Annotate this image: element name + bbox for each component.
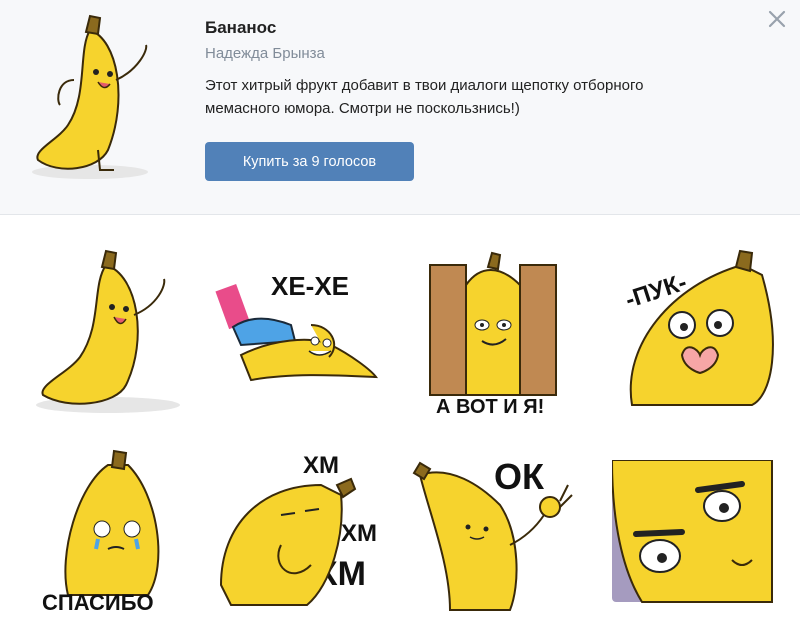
sticker-caption: ХМ xyxy=(341,520,377,547)
sticker-banana-ok[interactable]: ОК xyxy=(410,445,580,615)
close-icon[interactable] xyxy=(764,6,790,32)
pack-author-link[interactable]: Надежда Брынза xyxy=(205,45,325,62)
sticker-banana-thinking[interactable]: ХМ ХМ ХМ xyxy=(211,445,381,615)
sticker-caption: А ВОТ И Я! xyxy=(436,396,544,415)
pack-description-line: мемасного юмора. Смотри не поскользнись!… xyxy=(205,100,520,117)
sticker-caption: ОК xyxy=(494,456,545,497)
pack-description: Этот хитрый фрукт добавит в твои диалоги… xyxy=(205,74,765,120)
pack-description-line: Этот хитрый фрукт добавит в твои диалоги… xyxy=(205,77,644,94)
pack-preview-image xyxy=(32,14,148,179)
sticker-banana-closeup[interactable] xyxy=(612,460,782,630)
buy-button[interactable]: Купить за 9 голосов xyxy=(205,142,414,181)
sticker-banana-crying[interactable]: СПАСИБО xyxy=(28,445,198,615)
sticker-caption: ХЕ-ХЕ xyxy=(271,271,349,301)
sticker-banana-waving[interactable] xyxy=(28,245,198,415)
sticker-banana-sneaker[interactable]: ХЕ-ХЕ xyxy=(211,245,381,415)
pack-title: Бананос xyxy=(205,18,277,37)
sticker-caption: ХМ xyxy=(303,452,339,479)
sticker-banana-heart[interactable]: -ПУК- xyxy=(612,245,782,415)
sticker-caption: СПАСИБО xyxy=(42,590,154,615)
sticker-banana-fence[interactable]: А ВОТ И Я! xyxy=(410,245,580,415)
pack-header: Бананос Надежда Брынза Этот хитрый фрукт… xyxy=(0,0,800,215)
